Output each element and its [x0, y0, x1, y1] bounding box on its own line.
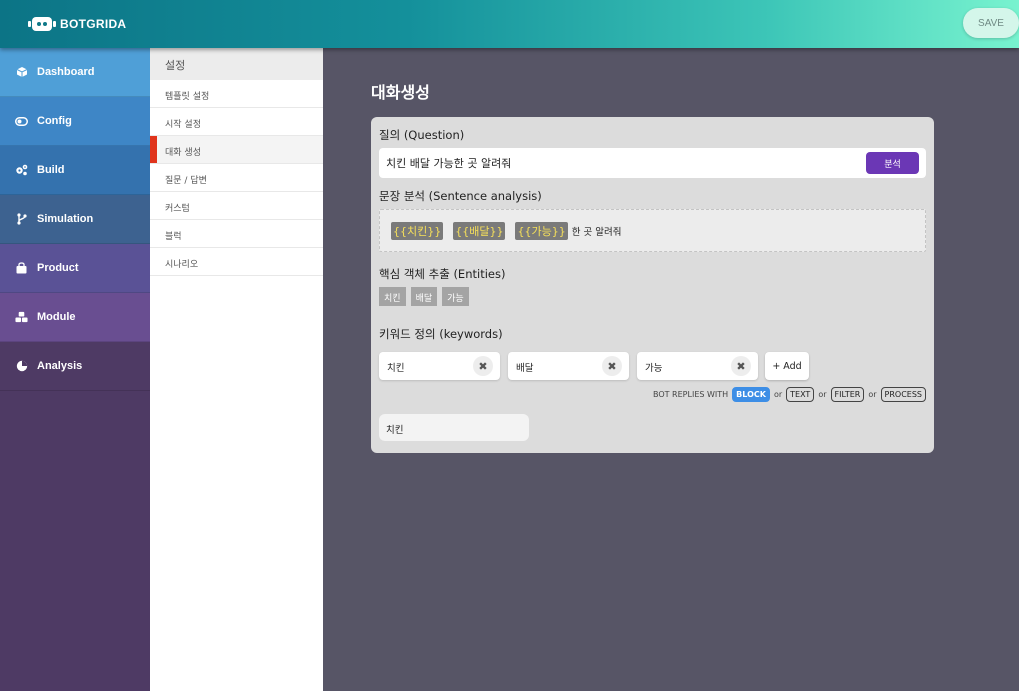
entity-tag[interactable]: 가능	[442, 287, 469, 306]
keyword-chip[interactable]: 배달 ✖	[508, 352, 629, 380]
branch-icon	[15, 213, 28, 226]
close-icon[interactable]: ✖	[473, 356, 493, 376]
reply-type-block[interactable]: BLOCK	[732, 387, 770, 402]
nav-item-simulation[interactable]: Simulation	[0, 195, 150, 244]
nav-item-dashboard[interactable]: Dashboard	[0, 48, 150, 97]
analysis-token[interactable]: {{가능}}	[515, 221, 568, 240]
submenu-item-custom[interactable]: 커스텀	[150, 192, 323, 220]
nav-label: Dashboard	[37, 66, 95, 78]
keywords-row: 치킨 ✖ 배달 ✖ 가능 ✖ + Add	[379, 352, 809, 380]
keyword-text: 가능	[645, 363, 663, 374]
keywords-label: 키워드 정의 (keywords)	[379, 327, 503, 341]
entity-tag[interactable]: 치킨	[379, 287, 406, 306]
dialog-card: 질의 (Question) 치킨 배달 가능한 곳 알려줘 분석 문장 분석 (…	[371, 117, 934, 453]
or-text: or	[773, 390, 783, 399]
nav-item-analysis[interactable]: Analysis	[0, 342, 150, 391]
nav-item-build[interactable]: Build	[0, 146, 150, 195]
cube-icon	[15, 66, 28, 79]
gears-icon	[15, 164, 28, 177]
robot-icon	[28, 16, 56, 32]
submenu-item-start[interactable]: 시작 설정	[150, 108, 323, 136]
save-button[interactable]: SAVE	[963, 8, 1019, 38]
keyword-chip[interactable]: 가능 ✖	[637, 352, 758, 380]
question-input[interactable]: 치킨 배달 가능한 곳 알려줘 분석	[379, 148, 926, 178]
submenu-item-qna[interactable]: 질문 / 답변	[150, 164, 323, 192]
submenu-item-block[interactable]: 블럭	[150, 220, 323, 248]
toggle-icon	[15, 115, 28, 128]
reply-type-text[interactable]: TEXT	[786, 387, 815, 402]
sentence-analysis-box: {{치킨}} {{배달}} {{가능}} 한 곳 알려줘	[379, 209, 926, 252]
reply-block-input[interactable]: 치킨	[379, 414, 529, 441]
bot-replies-selector: BOT REPLIES WITH BLOCK or TEXT or FILTER…	[653, 387, 926, 402]
sentence-analysis-label: 문장 분석 (Sentence analysis)	[379, 189, 542, 203]
page-title: 대화생성	[371, 83, 430, 102]
brand-logo[interactable]: BOTGRIDA	[28, 15, 126, 33]
keyword-chip[interactable]: 치킨 ✖	[379, 352, 500, 380]
top-bar: BOTGRIDA SAVE	[0, 0, 1019, 48]
analysis-token[interactable]: {{배달}}	[453, 221, 506, 240]
reply-type-process[interactable]: PROCESS	[880, 387, 926, 402]
nav-label: Config	[37, 115, 72, 127]
submenu-item-scenario[interactable]: 시나리오	[150, 248, 323, 276]
keyword-text: 배달	[516, 363, 534, 374]
bag-icon	[15, 262, 28, 275]
nav-label: Module	[37, 311, 76, 323]
pie-icon	[15, 360, 28, 373]
submenu-item-create-dialog[interactable]: 대화 생성	[150, 136, 323, 164]
cubes-icon	[15, 311, 28, 324]
close-icon[interactable]: ✖	[731, 356, 751, 376]
close-icon[interactable]: ✖	[602, 356, 622, 376]
or-text: or	[868, 390, 877, 399]
reply-block-text: 치킨	[386, 425, 404, 436]
nav-label: Simulation	[37, 213, 94, 225]
entities-label: 핵심 객체 추출 (Entities)	[379, 267, 506, 281]
reply-type-filter[interactable]: FILTER	[830, 387, 865, 402]
question-label: 질의 (Question)	[379, 128, 465, 142]
main-nav: Dashboard Config Build Simulation Produc…	[0, 48, 150, 691]
keyword-text: 치킨	[387, 363, 405, 374]
analysis-token[interactable]: {{치킨}}	[391, 221, 444, 240]
nav-item-config[interactable]: Config	[0, 97, 150, 146]
nav-item-product[interactable]: Product	[0, 244, 150, 293]
settings-submenu: 설정 템플릿 설정 시작 설정 대화 생성 질문 / 답변 커스텀 블럭 시나리…	[150, 48, 323, 691]
analysis-rest-text: 한 곳 알려줘	[571, 226, 622, 238]
nav-label: Analysis	[37, 360, 83, 372]
submenu-item-template[interactable]: 템플릿 설정	[150, 80, 323, 108]
nav-item-module[interactable]: Module	[0, 293, 150, 342]
logo-text: BOTGRIDA	[60, 17, 127, 31]
replies-prefix: BOT REPLIES WITH	[652, 390, 729, 399]
analyze-button[interactable]: 분석	[866, 152, 919, 174]
entities-list: 치킨 배달 가능	[379, 287, 469, 306]
submenu-title: 설정	[150, 48, 323, 80]
question-text: 치킨 배달 가능한 곳 알려줘	[386, 157, 512, 170]
or-text: or	[818, 390, 827, 399]
nav-label: Build	[37, 164, 65, 176]
entity-tag[interactable]: 배달	[410, 287, 438, 306]
nav-label: Product	[37, 262, 79, 274]
add-keyword-button[interactable]: + Add	[765, 352, 809, 380]
